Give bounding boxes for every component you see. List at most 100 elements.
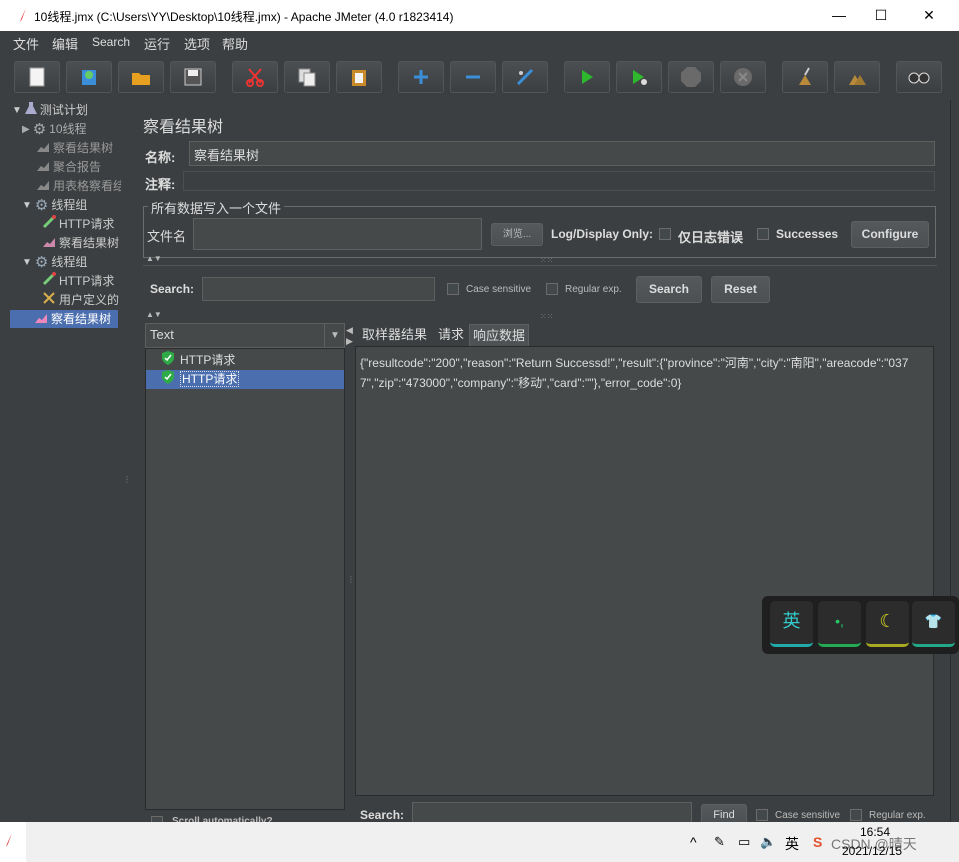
menu-run[interactable]: 运行	[144, 34, 170, 53]
browse-button[interactable]: 浏览...	[491, 223, 543, 246]
tab-request[interactable]: 请求	[435, 324, 467, 346]
menu-help[interactable]: 帮助	[222, 34, 248, 53]
tree-node-view-results-tree-2[interactable]: 察看结果树	[42, 234, 121, 252]
search-icon	[908, 69, 930, 85]
tree-node-view-results-table[interactable]: 用表格察看结	[36, 177, 121, 195]
new-button[interactable]	[14, 61, 60, 93]
collapsed-arrow-icon: ▶	[22, 123, 30, 135]
tree-node-test-plan[interactable]: ▼ 测试计划	[12, 101, 88, 119]
shutdown-button[interactable]	[720, 61, 766, 93]
tree-node-thread-group-2[interactable]: ▼ ⚙ 线程组	[22, 253, 87, 271]
chart-icon	[36, 140, 50, 158]
toggle-button[interactable]	[502, 61, 548, 93]
tree-node-view-results-tree-1[interactable]: 察看结果树	[36, 139, 113, 157]
maximize-button[interactable]: ☐	[858, 4, 904, 26]
bottom-search-input[interactable]	[412, 802, 692, 824]
grip-icon: ⁙⁙	[540, 312, 554, 321]
start-no-pause-button[interactable]	[616, 61, 662, 93]
clear-icon	[795, 67, 815, 87]
start-no-pause-icon	[630, 68, 648, 86]
menu-edit[interactable]: 编辑	[52, 34, 78, 53]
minimize-button[interactable]: —	[816, 4, 862, 26]
renderer-select[interactable]: Text ▼	[145, 323, 345, 348]
expand-arrow-icon: ▼	[22, 256, 32, 268]
templates-button[interactable]	[66, 61, 112, 93]
comment-field[interactable]	[183, 171, 935, 191]
find-button[interactable]: Find	[701, 804, 747, 824]
name-field[interactable]: 察看结果树	[189, 141, 935, 166]
close-button[interactable]: ✕	[906, 4, 952, 26]
tab-sampler-result[interactable]: 取样器结果	[359, 324, 430, 346]
search-input[interactable]	[202, 277, 435, 301]
search-button[interactable]: Search	[636, 276, 702, 303]
regex-checkbox[interactable]	[546, 283, 558, 295]
search-toolbar-button[interactable]	[896, 61, 942, 93]
file-group-title: 所有数据写入一个文件	[148, 198, 285, 217]
tree-node-view-results-tree-3[interactable]: 察看结果树	[10, 310, 118, 328]
collapse-splitter-icon[interactable]: ▲▼	[146, 310, 162, 319]
list-item[interactable]: HTTP请求	[162, 370, 240, 388]
sogou-icon[interactable]: S	[813, 834, 822, 850]
window-titlebar[interactable]: 10线程.jmx (C:\Users\YY\Desktop\10线程.jmx) …	[0, 0, 959, 31]
start-button[interactable]	[564, 61, 610, 93]
menu-search[interactable]: Search	[92, 35, 130, 49]
windows-taskbar: ^ ✎ ▭ 🔈 英 S CSDN @晴天 16:54 2021/12/15	[0, 822, 959, 862]
case-sensitive-checkbox[interactable]	[447, 283, 459, 295]
tray-overflow-icon[interactable]: ^	[690, 834, 697, 850]
ime-skin-key[interactable]: 👕	[912, 601, 955, 647]
jmeter-feather-icon	[18, 7, 28, 26]
new-icon	[28, 67, 46, 87]
ime-punctuation-key[interactable]: •,	[818, 601, 861, 647]
test-plan-tree[interactable]: ▼ 测试计划 ▶ ⚙ 10线程 察看结果树 聚合报告 用表格察看结 ▼ ⚙ 线程组 HTT…	[0, 100, 122, 822]
ime-moon-key[interactable]: ☾	[866, 601, 909, 647]
network-icon[interactable]: ▭	[738, 834, 750, 850]
response-scrollbar[interactable]	[934, 346, 937, 796]
stop-button[interactable]	[668, 61, 714, 93]
tree-node-thread-group-1[interactable]: ▼ ⚙ 线程组	[22, 196, 87, 214]
tab-response-data[interactable]: 响应数据	[469, 324, 530, 347]
tree-node-http-request-2[interactable]: HTTP请求	[42, 272, 121, 290]
sample-list[interactable]: HTTP请求 HTTP请求	[145, 348, 345, 810]
collapse-splitter-icon[interactable]: ◀ ▶	[346, 325, 353, 347]
menu-options[interactable]: 选项	[184, 34, 210, 53]
filename-field[interactable]	[193, 218, 482, 250]
copy-button[interactable]	[284, 61, 330, 93]
pen-icon[interactable]: ✎	[714, 834, 725, 850]
tree-node-aggregate-report[interactable]: 聚合报告	[36, 158, 101, 176]
tree-node-user-defined-variables[interactable]: 用户定义的	[42, 291, 121, 309]
ime-indicator[interactable]: 英	[785, 834, 799, 854]
clock-date[interactable]: 2021/12/15	[842, 844, 902, 858]
ime-toolbar[interactable]: 英 •, ☾ 👕	[762, 596, 959, 654]
successes-checkbox[interactable]	[757, 228, 769, 240]
collapse-button[interactable]	[450, 61, 496, 93]
vertical-scrollbar[interactable]	[950, 100, 959, 822]
search-label: Search:	[150, 282, 195, 296]
bottom-case-checkbox[interactable]	[756, 809, 768, 821]
clear-button[interactable]	[782, 61, 828, 93]
chevron-down-icon[interactable]: ▼	[324, 324, 345, 347]
save-button[interactable]	[170, 61, 216, 93]
menu-file[interactable]: 文件	[13, 34, 39, 53]
configure-button[interactable]: Configure	[851, 221, 929, 248]
response-data-text[interactable]: {"resultcode":"200","reason":"Return Suc…	[355, 346, 934, 796]
ime-language-key[interactable]: 英	[770, 601, 813, 647]
bottom-regex-checkbox[interactable]	[850, 809, 862, 821]
errors-only-checkbox[interactable]	[659, 228, 671, 240]
shutdown-icon	[733, 67, 753, 87]
paste-button[interactable]	[336, 61, 382, 93]
tree-node-10-threads[interactable]: ▶ ⚙ 10线程	[22, 120, 87, 138]
clear-all-icon	[846, 67, 868, 87]
reset-button[interactable]: Reset	[711, 276, 770, 303]
grip-icon: ⁙⁙	[540, 256, 554, 265]
list-item[interactable]: HTTP请求	[162, 351, 235, 369]
open-button[interactable]	[118, 61, 164, 93]
clear-all-button[interactable]	[834, 61, 880, 93]
tree-node-http-request-1[interactable]: HTTP请求	[42, 215, 121, 233]
cut-button[interactable]	[232, 61, 278, 93]
volume-icon[interactable]: 🔈	[760, 834, 776, 850]
clock-time[interactable]: 16:54	[860, 825, 890, 839]
paste-icon	[349, 67, 369, 87]
expand-button[interactable]	[398, 61, 444, 93]
collapse-splitter-icon[interactable]: ▲▼	[146, 254, 162, 263]
taskbar-app-jmeter[interactable]	[0, 822, 26, 862]
